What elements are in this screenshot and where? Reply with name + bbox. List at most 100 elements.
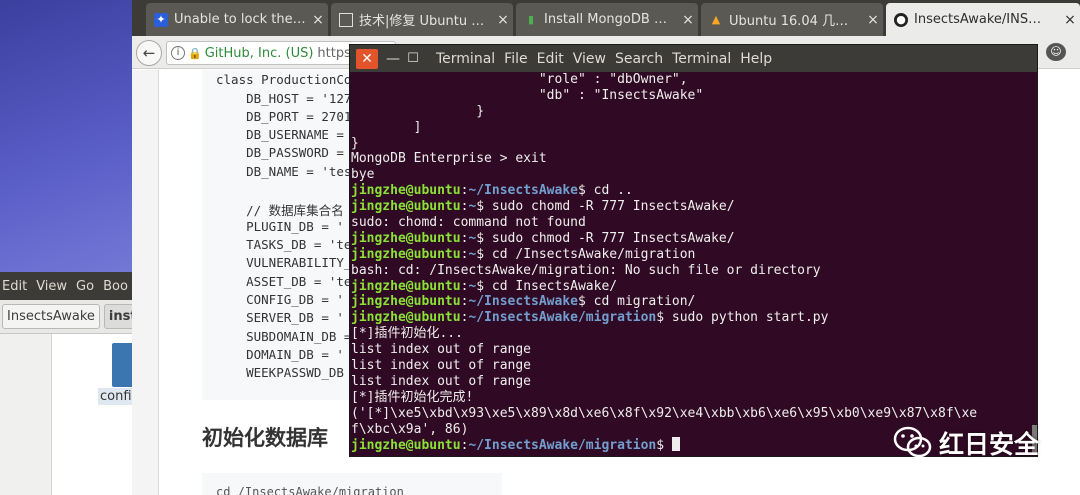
terminal-line: sudo: chomd: command not found — [351, 215, 586, 231]
terminal-line: list index out of range — [351, 342, 532, 358]
code-line: PLUGIN_DB = ' — [216, 219, 344, 234]
tab-install-mongodb[interactable]: ▮ Install MongoDB … × — [516, 3, 698, 36]
terminal-cursor — [671, 437, 680, 452]
menu-help[interactable]: Help — [740, 51, 772, 67]
code-line: cd /InsectsAwake/migration — [216, 485, 404, 495]
code-block-2: cd /InsectsAwake/migration — [202, 473, 502, 495]
command-text: cd migration/ — [593, 294, 696, 310]
terminal-line: list index out of range — [351, 358, 532, 374]
terminal-window[interactable]: ✕ — ☐ Terminal File Edit View Search Ter… — [349, 44, 1038, 457]
file-label[interactable]: confi — [98, 388, 134, 405]
prompt-user: jingzhe@ubuntu — [351, 230, 461, 246]
breadcrumb-inst[interactable]: inst — [103, 304, 132, 329]
close-icon[interactable]: ✕ — [356, 48, 378, 69]
code-line: WEEKPASSWD_DB — [216, 365, 344, 380]
watermark-text: 红日安全 — [939, 430, 1040, 459]
menu-view[interactable]: View — [36, 279, 67, 294]
terminal-line: bye — [351, 167, 375, 183]
wechat-icon — [893, 426, 932, 458]
menu-edit[interactable]: Edit — [537, 51, 564, 67]
prompt-user: jingzhe@ubuntu — [351, 310, 461, 326]
terminal-line: jingzhe@ubuntu:~$ sudo chmod -R 777 Inse… — [351, 230, 735, 246]
file-manager-sidebar — [0, 334, 52, 495]
terminal-line: "db" : "InsectsAwake" — [351, 87, 704, 103]
baidu-icon: ✦ — [154, 12, 168, 27]
code-line: DB_PORT = 2701 — [216, 109, 352, 124]
close-icon[interactable]: × — [308, 12, 328, 28]
terminal-line: jingzhe@ubuntu:~/InsectsAwake$ cd migrat… — [351, 294, 696, 310]
terminal-line: "role" : "dbOwner", — [351, 72, 688, 87]
prompt-user: jingzhe@ubuntu — [351, 246, 461, 262]
command-text: cd .. — [593, 183, 633, 199]
close-icon[interactable]: × — [678, 12, 698, 28]
tab-ubuntu-fix[interactable]: 技术|修复 Ubuntu … × — [331, 3, 513, 36]
back-button[interactable]: ← — [136, 40, 162, 66]
prompt-path: ~/InsectsAwake/migration — [468, 310, 657, 326]
minimize-icon[interactable]: — — [384, 51, 402, 67]
prompt-path: ~/InsectsAwake/migration — [468, 438, 657, 454]
tab-ubuntu-1604[interactable]: ▲ Ubuntu 16.04 几… × — [701, 3, 883, 36]
menu-view[interactable]: View — [573, 51, 606, 67]
prompt-path: ~/InsectsAwake — [468, 183, 578, 199]
file-manager-pathbar: InsectsAwake inst — [0, 300, 132, 334]
github-icon: ● — [894, 12, 908, 27]
tab-unable-to-lock[interactable]: ✦ Unable to lock the… × — [146, 3, 328, 36]
terminal-line: } — [351, 135, 359, 151]
watermark: 红日安全 — [893, 425, 1039, 461]
prompt-path: ~ — [468, 278, 477, 294]
menu-edit[interactable]: Edit — [2, 279, 27, 294]
url-organization: GitHub, Inc. (US) — [204, 45, 314, 61]
code-line: DB_USERNAME = — [216, 127, 344, 142]
close-icon[interactable]: × — [493, 12, 513, 28]
terminal-app-menu[interactable]: Terminal — [436, 51, 495, 67]
code-line: TASKS_DB = 'te — [216, 237, 352, 252]
command-text: sudo chomd -R 777 InsectsAwake/ — [491, 199, 735, 215]
code-line: SERVER_DB = ' — [216, 310, 344, 325]
menu-bookmarks[interactable]: Boo — [103, 279, 128, 294]
prompt-path: ~/InsectsAwake — [468, 294, 578, 310]
tab-label: Install MongoDB … — [544, 12, 667, 27]
menu-search[interactable]: Search — [615, 51, 663, 67]
code-line: DB_HOST = '127 — [216, 91, 352, 106]
tab-insectsawake-github[interactable]: ● InsectsAwake/INS… × — [886, 3, 1080, 36]
terminal-output[interactable]: "role" : "dbOwner", "db" : "InsectsAwake… — [350, 72, 1037, 456]
code-line: // 数据库集合名 — [216, 203, 344, 218]
prompt-user: jingzhe@ubuntu — [351, 183, 461, 199]
close-icon[interactable]: × — [863, 12, 883, 28]
terminal-line: jingzhe@ubuntu:~$ cd /InsectsAwake/migra… — [351, 246, 696, 262]
extension-icon[interactable]: ☺ — [1046, 43, 1066, 61]
terminal-line: ] — [351, 119, 422, 135]
code-line: DB_PASSWORD = — [216, 145, 344, 160]
prompt-path: ~ — [468, 230, 477, 246]
close-icon[interactable]: × — [1060, 12, 1080, 28]
terminal-line: jingzhe@ubuntu:~/InsectsAwake$ cd .. — [351, 183, 633, 199]
terminal-line: jingzhe@ubuntu:~$ cd InsectsAwake/ — [351, 278, 618, 294]
terminal-line: jingzhe@ubuntu:~/InsectsAwake/migration$… — [351, 310, 829, 326]
code-line: VULNERABILITY_ — [216, 255, 352, 270]
menu-terminal[interactable]: Terminal — [672, 51, 731, 67]
command-text: sudo chmod -R 777 InsectsAwake/ — [491, 230, 735, 246]
ubuntu-icon: ▲ — [711, 12, 721, 26]
tab-label: Unable to lock the… — [174, 12, 306, 27]
menu-file[interactable]: File — [504, 51, 527, 67]
info-icon[interactable]: i — [171, 46, 185, 60]
command-text: sudo python start.py — [671, 310, 829, 326]
terminal-line: [*]插件初始化... — [351, 326, 463, 342]
mongodb-icon: ▮ — [527, 12, 535, 26]
lock-icon: 🔒 — [188, 46, 202, 60]
menu-go[interactable]: Go — [76, 279, 94, 294]
python-file-icon[interactable] — [112, 343, 134, 387]
terminal-line: MongoDB Enterprise > exit — [351, 151, 547, 167]
prompt-path: ~ — [468, 199, 477, 215]
maximize-icon[interactable]: ☐ — [404, 51, 422, 66]
file-manager-menubar: Edit View Go Boo — [0, 272, 132, 300]
prompt-user: jingzhe@ubuntu — [351, 199, 461, 215]
page-left-gutter — [132, 70, 159, 495]
breadcrumb-insectsawake[interactable]: InsectsAwake — [2, 304, 100, 329]
command-text: cd /InsectsAwake/migration — [491, 246, 696, 262]
page-icon — [339, 12, 353, 27]
tab-label: 技术|修复 Ubuntu … — [359, 14, 485, 29]
terminal-line: [*]插件初始化完成! — [351, 389, 474, 405]
terminal-titlebar: ✕ — ☐ Terminal File Edit View Search Ter… — [350, 45, 1037, 72]
section-heading: 初始化数据库 — [202, 426, 328, 450]
